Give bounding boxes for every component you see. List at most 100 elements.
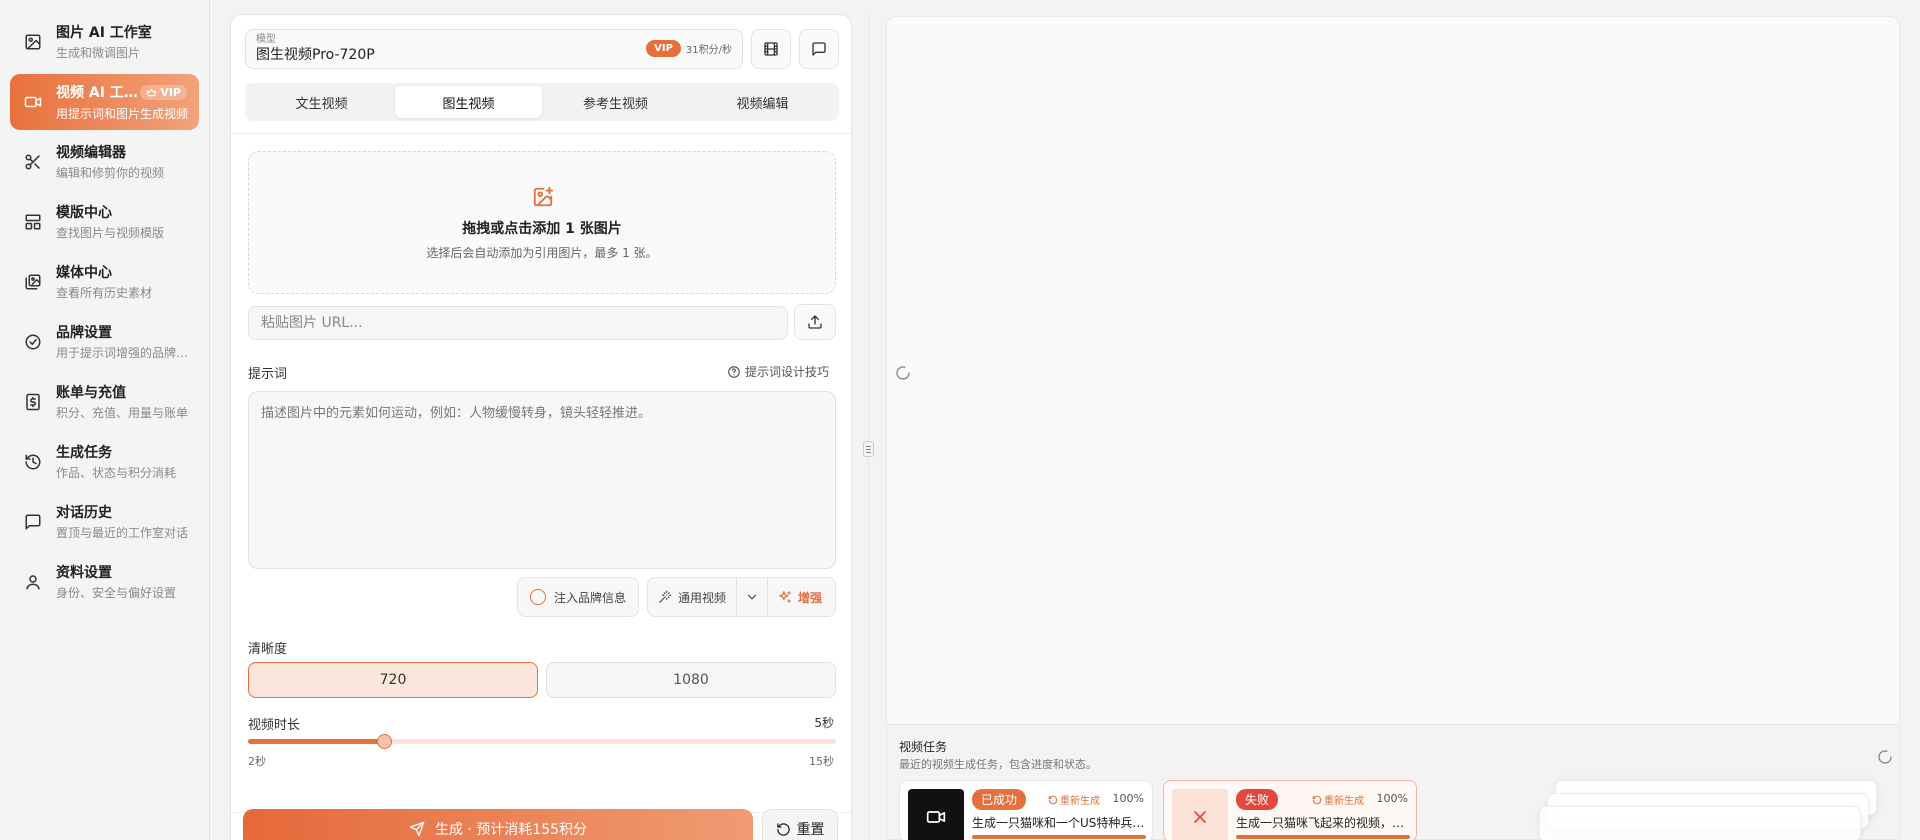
billing-icon (24, 393, 42, 411)
model-select[interactable]: 模型 图生视频Pro-720P VIP 31积分/秒 (245, 29, 743, 69)
duration-min-label: 2秒 (248, 755, 266, 768)
tab-reference-to-video[interactable]: 参考生视频 (542, 86, 689, 118)
enhance-button[interactable]: 增强 (768, 578, 832, 616)
prompt-tips-label: 提示词设计技巧 (744, 365, 829, 379)
resolution-label: 清晰度 (248, 642, 288, 657)
scissors-icon (24, 153, 42, 171)
history-icon (24, 453, 42, 471)
task-progress (972, 835, 1146, 839)
reset-label: 重置 (796, 822, 825, 838)
sidebar-item-brand[interactable]: 品牌设置 用于提示词增强的品牌信息 (10, 314, 199, 370)
image-url-input[interactable] (248, 306, 788, 340)
resolution-option-720[interactable]: 720 (248, 662, 538, 698)
chat-icon (24, 513, 42, 531)
video-settings-panel: 模型 图生视频Pro-720P VIP 31积分/秒 文生视频 图生视频 参考生… (230, 14, 852, 840)
loading-spinner-icon (895, 365, 911, 381)
sidebar-item-sub: 查找图片与视频模版 (56, 226, 165, 240)
chat-button[interactable] (799, 29, 839, 69)
generate-label: 生成 · 预计消耗155积分 (434, 822, 588, 838)
sparkles-icon (779, 591, 791, 603)
panel-splitter (868, 14, 869, 840)
status-badge: 失败 (1236, 789, 1279, 810)
splitter-handle[interactable] (863, 441, 874, 457)
sidebar-item-billing[interactable]: 账单与充值 积分、充值、用量与账单 (10, 374, 199, 430)
brand-inject-label: 注入品牌信息 (553, 590, 626, 605)
sidebar-item-sub: 用于提示词增强的品牌信息 (56, 346, 189, 360)
task-card[interactable]: 失败 重新生成 100% 生成一只猫咪飞起来的视频，背景是城市 (1163, 780, 1417, 840)
video-icon (24, 93, 42, 111)
sidebar-item-title: 品牌设置 (56, 325, 112, 341)
sidebar-item-title: 资料设置 (56, 565, 112, 581)
film-icon (764, 42, 778, 56)
resolution-option-1080[interactable]: 1080 (546, 662, 836, 698)
task-percent: 100% (1376, 792, 1408, 805)
reset-button[interactable]: 重置 (762, 809, 838, 840)
duration-slider[interactable] (248, 734, 836, 749)
task-card[interactable]: 已成功 重新生成 100% 生成一只猫咪和一个US特种兵的视频 (899, 780, 1153, 840)
sidebar-item-templates[interactable]: 模版中心 查找图片与视频模版 (10, 194, 199, 250)
sidebar-item-profile[interactable]: 资料设置 身份、安全与偏好设置 (10, 554, 199, 610)
duration-max-label: 15秒 (809, 755, 834, 768)
tasks-title: 视频任务 (899, 740, 948, 754)
rotate-ccw-icon (1312, 795, 1322, 804)
style-select[interactable]: 通用视频 (648, 578, 736, 616)
tab-image-to-video[interactable]: 图生视频 (395, 86, 542, 118)
task-thumbnail (1172, 789, 1228, 840)
sidebar-item-video-editor[interactable]: 视频编辑器 编辑和修剪你的视频 (10, 134, 199, 190)
upload-button[interactable] (794, 304, 836, 340)
sidebar-item-title: 生成任务 (56, 445, 112, 461)
chevron-down-icon (747, 594, 757, 600)
gallery-icon (24, 273, 42, 291)
vip-badge-label: VIP (160, 86, 181, 99)
duration-slider-fill (248, 739, 384, 744)
prompt-tips-link[interactable]: 提示词设计技巧 (727, 363, 829, 380)
grip-icon (866, 445, 871, 447)
sidebar-item-chat-history[interactable]: 对话历史 置顶与最近的工作室对话 (10, 494, 199, 550)
dropzone-subtitle: 选择后会自动添加为引用图片，最多 1 张。 (426, 246, 658, 260)
sidebar-item-sub: 生成和微调图片 (56, 46, 141, 60)
user-icon (24, 573, 42, 591)
enhance-controls: 通用视频 增强 (647, 577, 836, 617)
video-icon (926, 811, 946, 823)
brand-inject-toggle[interactable]: 注入品牌信息 (517, 577, 639, 617)
duration-label: 视频时长 (248, 718, 301, 733)
film-button[interactable] (751, 29, 791, 69)
task-progress-fill (972, 835, 1146, 839)
generate-button[interactable]: 生成 · 预计消耗155积分 (243, 809, 753, 840)
task-thumbnail (908, 789, 964, 840)
prompt-label: 提示词 (248, 367, 288, 382)
sidebar-item-video-studio[interactable]: 视频 AI 工作室 VIP 用提示词和图片生成视频 (10, 74, 199, 130)
layout-icon (24, 213, 42, 231)
sidebar-item-title: 账单与充值 (56, 385, 126, 401)
task-progress-fill (1236, 835, 1410, 839)
sidebar-item-tasks[interactable]: 生成任务 作品、状态与积分消耗 (10, 434, 199, 490)
send-icon (409, 821, 425, 837)
sidebar-item-image-studio[interactable]: 图片 AI 工作室 生成和微调图片 (10, 14, 199, 70)
tab-video-edit[interactable]: 视频编辑 (689, 86, 836, 118)
sidebar-item-title: 模版中心 (56, 205, 112, 221)
style-dropdown-button[interactable] (737, 578, 767, 616)
badge-check-icon (24, 333, 42, 351)
chat-icon (812, 42, 826, 56)
regenerate-button[interactable]: 重新生成 (1048, 792, 1100, 807)
model-vip-badge: VIP (646, 40, 681, 57)
video-tasks-panel: 视频任务 最近的视频生成任务，包含进度和状态。 已成功 重新生成 100% 生成… (886, 725, 1900, 840)
task-prompt: 生成一只猫咪和一个US特种兵的视频 (972, 816, 1146, 830)
sidebar-item-title: 视频 AI 工作室 (56, 85, 148, 101)
refresh-icon[interactable] (1877, 749, 1893, 765)
rotate-ccw-icon (1048, 795, 1058, 804)
sidebar-item-title: 视频编辑器 (56, 145, 126, 161)
duration-slider-handle[interactable] (376, 734, 392, 749)
regenerate-button[interactable]: 重新生成 (1312, 792, 1364, 807)
prompt-input[interactable] (248, 391, 836, 569)
magic-wand-icon (659, 590, 672, 603)
sidebar-item-media[interactable]: 媒体中心 查看所有历史素材 (10, 254, 199, 310)
tab-text-to-video[interactable]: 文生视频 (248, 86, 395, 118)
sidebar: 图片 AI 工作室 生成和微调图片 视频 AI 工作室 VIP 用提示词和图片生… (0, 0, 210, 840)
toast-notification (1539, 806, 1861, 840)
dropzone-title: 拖拽或点击添加 1 张图片 (462, 221, 622, 237)
duration-value: 5秒 (814, 716, 834, 730)
image-dropzone[interactable]: 拖拽或点击添加 1 张图片 选择后会自动添加为引用图片，最多 1 张。 (248, 151, 836, 294)
sidebar-item-title: 对话历史 (56, 505, 112, 521)
mode-tabs: 文生视频 图生视频 参考生视频 视频编辑 (245, 83, 839, 121)
